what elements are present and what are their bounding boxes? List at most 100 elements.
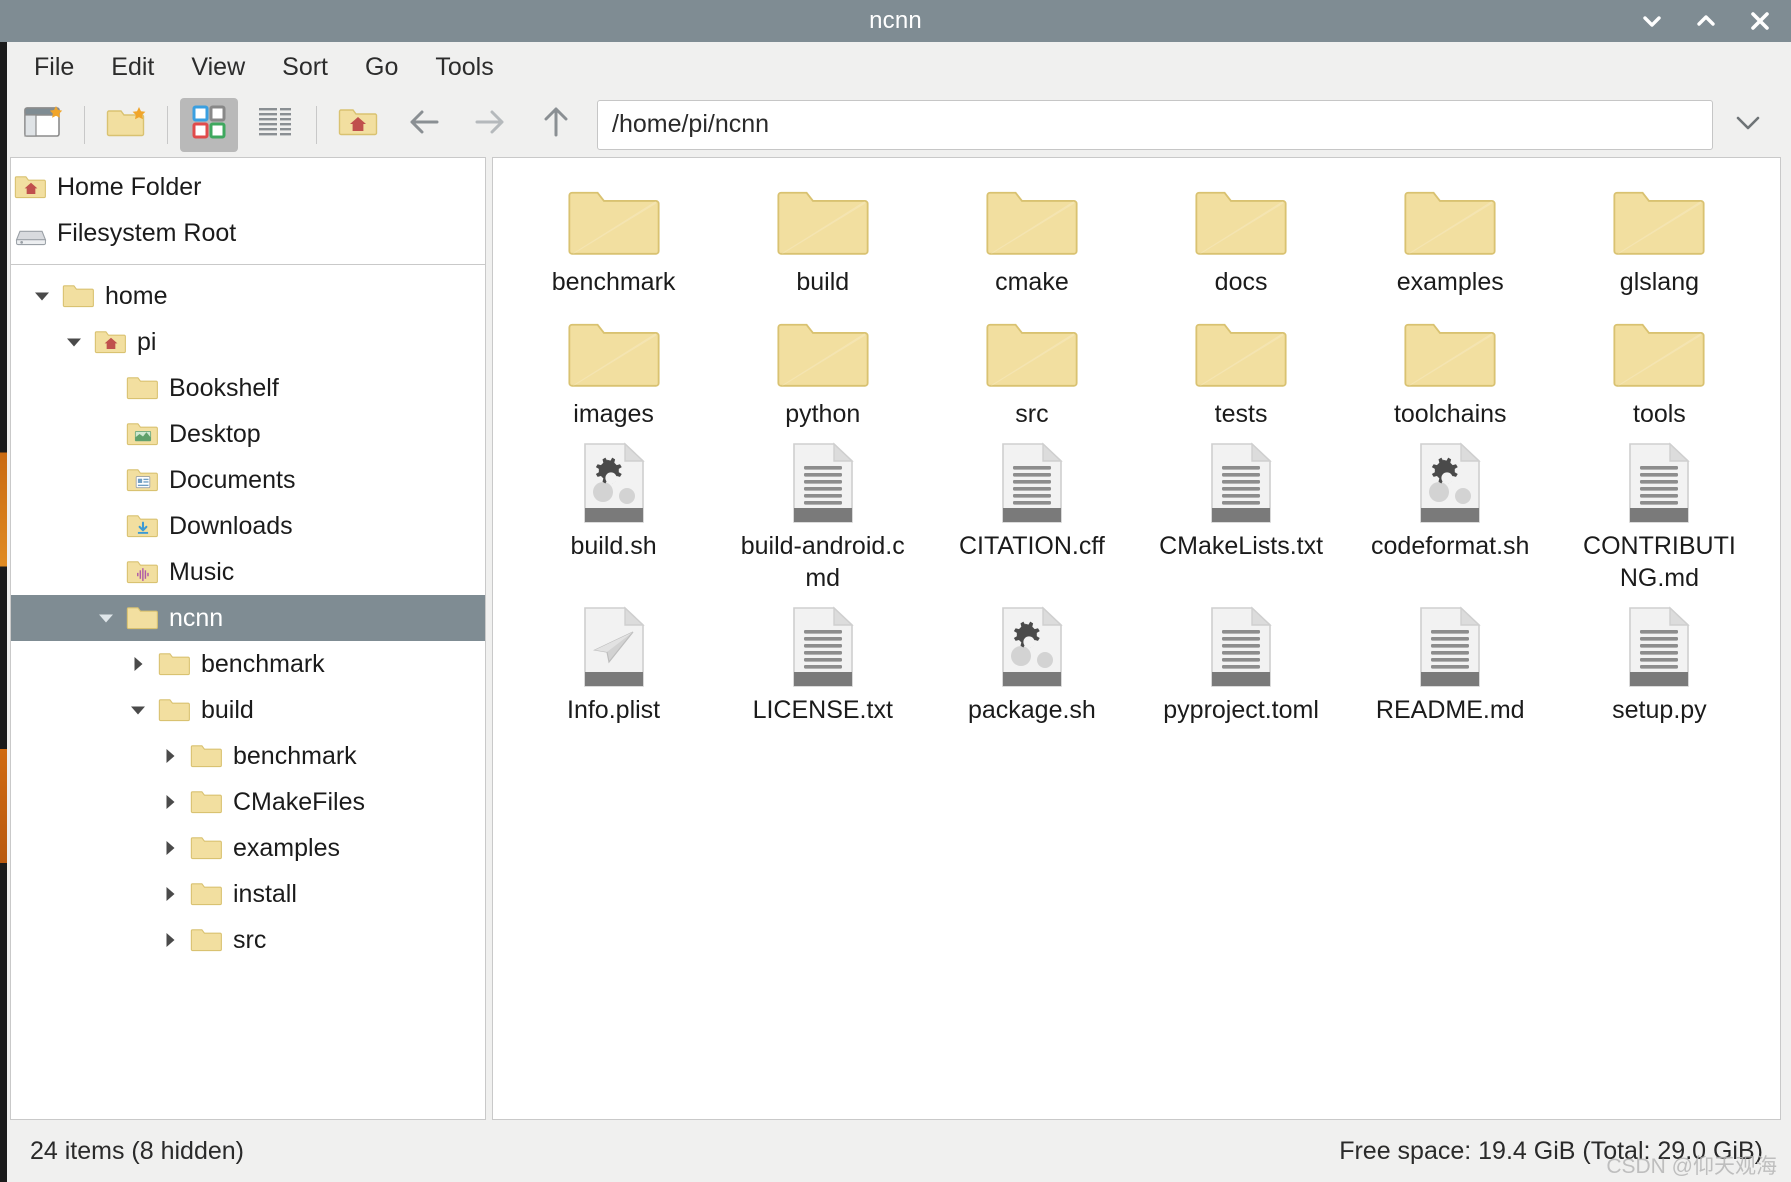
folder-item[interactable]: docs — [1137, 170, 1346, 302]
list-view-button[interactable] — [246, 98, 304, 152]
folder-item[interactable]: examples — [1346, 170, 1555, 302]
item-label: LICENSE.txt — [752, 696, 893, 724]
file-item[interactable]: setup.py — [1555, 598, 1764, 730]
icon-view-button[interactable] — [180, 97, 238, 152]
tree-item-label: Documents — [169, 465, 296, 494]
arrow-up-icon — [535, 101, 577, 148]
file-item[interactable]: LICENSE.txt — [718, 598, 927, 730]
folder-item[interactable]: src — [927, 302, 1136, 434]
item-label: python — [785, 400, 861, 428]
tree-item-pi[interactable]: pi — [11, 319, 485, 365]
tree-item-bookshelf[interactable]: Bookshelf — [11, 365, 485, 411]
directory-tree[interactable]: home pi Bookshelf Desktop Documents Downloads… — [10, 264, 486, 1120]
tree-twisty-expanded-icon[interactable] — [25, 273, 59, 319]
tree-item-home[interactable]: home — [11, 273, 485, 319]
toolbar-separator-3 — [316, 105, 317, 144]
item-label: build-android.cmd — [740, 532, 905, 592]
tree-twisty-collapsed-icon[interactable] — [153, 871, 187, 917]
file-item[interactable]: build.sh — [509, 434, 718, 566]
folder-item[interactable]: python — [718, 302, 927, 434]
file-item[interactable]: CMakeLists.txt — [1137, 434, 1346, 566]
tree-item-documents[interactable]: Documents — [11, 457, 485, 503]
window-title: ncnn — [869, 7, 922, 34]
new-tab-button[interactable] — [14, 98, 72, 152]
tree-item-examples[interactable]: examples — [11, 825, 485, 871]
menu-view[interactable]: View — [177, 51, 259, 84]
tree-item-downloads[interactable]: Downloads — [11, 503, 485, 549]
tree-twisty-expanded-icon[interactable] — [121, 687, 155, 733]
folder-item[interactable]: images — [509, 302, 718, 434]
text-file-icon — [775, 604, 871, 690]
file-item[interactable]: README.md — [1346, 598, 1555, 730]
tree-item-ncnn[interactable]: ncnn — [11, 595, 485, 641]
tree-twisty-expanded-icon[interactable] — [57, 319, 91, 365]
file-item[interactable]: build-android.cmd — [718, 434, 927, 598]
tree-twisty-placeholder — [89, 365, 123, 411]
tree-twisty-expanded-icon[interactable] — [89, 595, 123, 641]
up-button[interactable] — [527, 98, 585, 152]
item-label: glslang — [1619, 268, 1700, 296]
text-file-icon — [1402, 604, 1498, 690]
tree-twisty-placeholder — [89, 411, 123, 457]
folder-item[interactable]: benchmark — [509, 170, 718, 302]
tree-twisty-collapsed-icon[interactable] — [153, 825, 187, 871]
menu-tools[interactable]: Tools — [421, 51, 507, 84]
tree-item-label: CMakeFiles — [233, 787, 365, 816]
file-item[interactable]: codeformat.sh — [1346, 434, 1555, 566]
tree-twisty-placeholder — [89, 549, 123, 595]
tree-item-cmakefiles[interactable]: CMakeFiles — [11, 779, 485, 825]
back-button[interactable] — [395, 98, 453, 152]
folder-item[interactable]: tests — [1137, 302, 1346, 434]
music-folder-icon — [123, 549, 163, 595]
folder-item[interactable]: build — [718, 170, 927, 302]
item-label: Info.plist — [567, 696, 661, 724]
file-list-pane[interactable]: benchmark build cmake docs examples glslang im… — [492, 157, 1781, 1120]
folder-item[interactable]: toolchains — [1346, 302, 1555, 434]
close-button[interactable] — [1747, 8, 1773, 34]
file-item[interactable]: Info.plist — [509, 598, 718, 730]
item-label: tests — [1214, 400, 1268, 428]
sidebar-item-filesystem-root[interactable]: Filesystem Root — [11, 210, 485, 256]
places-panel: Home Folder Filesystem Root — [10, 157, 486, 264]
tree-twisty-collapsed-icon[interactable] — [121, 641, 155, 687]
tree-item-desktop[interactable]: Desktop — [11, 411, 485, 457]
folder-item[interactable]: tools — [1555, 302, 1764, 434]
tree-item-src[interactable]: src — [11, 917, 485, 963]
text-file-icon — [1611, 604, 1707, 690]
file-item[interactable]: package.sh — [927, 598, 1136, 730]
tree-twisty-collapsed-icon[interactable] — [153, 917, 187, 963]
folder-icon — [566, 308, 662, 394]
folder-item[interactable]: cmake — [927, 170, 1136, 302]
item-label: build.sh — [570, 532, 657, 560]
item-label: codeformat.sh — [1371, 532, 1530, 560]
forward-button[interactable] — [461, 98, 519, 152]
text-file-icon — [984, 440, 1080, 526]
tree-item-install[interactable]: install — [11, 871, 485, 917]
path-input[interactable] — [597, 99, 1713, 150]
maximize-button[interactable] — [1693, 8, 1719, 34]
list-view-icon — [255, 102, 295, 147]
folder-icon — [984, 308, 1080, 394]
tree-item-benchmark[interactable]: benchmark — [11, 733, 485, 779]
file-item[interactable]: CITATION.cff — [927, 434, 1136, 566]
menu-edit[interactable]: Edit — [97, 51, 168, 84]
home-folder-button[interactable] — [329, 98, 387, 152]
sidebar-item-home-folder[interactable]: Home Folder — [11, 164, 485, 210]
menu-go[interactable]: Go — [351, 51, 412, 84]
tree-item-benchmark[interactable]: benchmark — [11, 641, 485, 687]
menu-file[interactable]: File — [20, 51, 88, 84]
new-folder-button[interactable] — [97, 98, 155, 152]
file-item[interactable]: pyproject.toml — [1137, 598, 1346, 730]
minimize-button[interactable] — [1639, 8, 1665, 34]
tree-twisty-placeholder — [89, 457, 123, 503]
tree-item-music[interactable]: Music — [11, 549, 485, 595]
new-folder-icon — [105, 101, 147, 148]
tree-twisty-collapsed-icon[interactable] — [153, 779, 187, 825]
folder-item[interactable]: glslang — [1555, 170, 1764, 302]
path-dropdown-button[interactable] — [1719, 98, 1777, 152]
file-item[interactable]: CONTRIBUTING.md — [1555, 434, 1764, 598]
tree-item-build[interactable]: build — [11, 687, 485, 733]
tree-twisty-collapsed-icon[interactable] — [153, 733, 187, 779]
menu-sort[interactable]: Sort — [268, 51, 342, 84]
folder-icon — [1611, 176, 1707, 262]
